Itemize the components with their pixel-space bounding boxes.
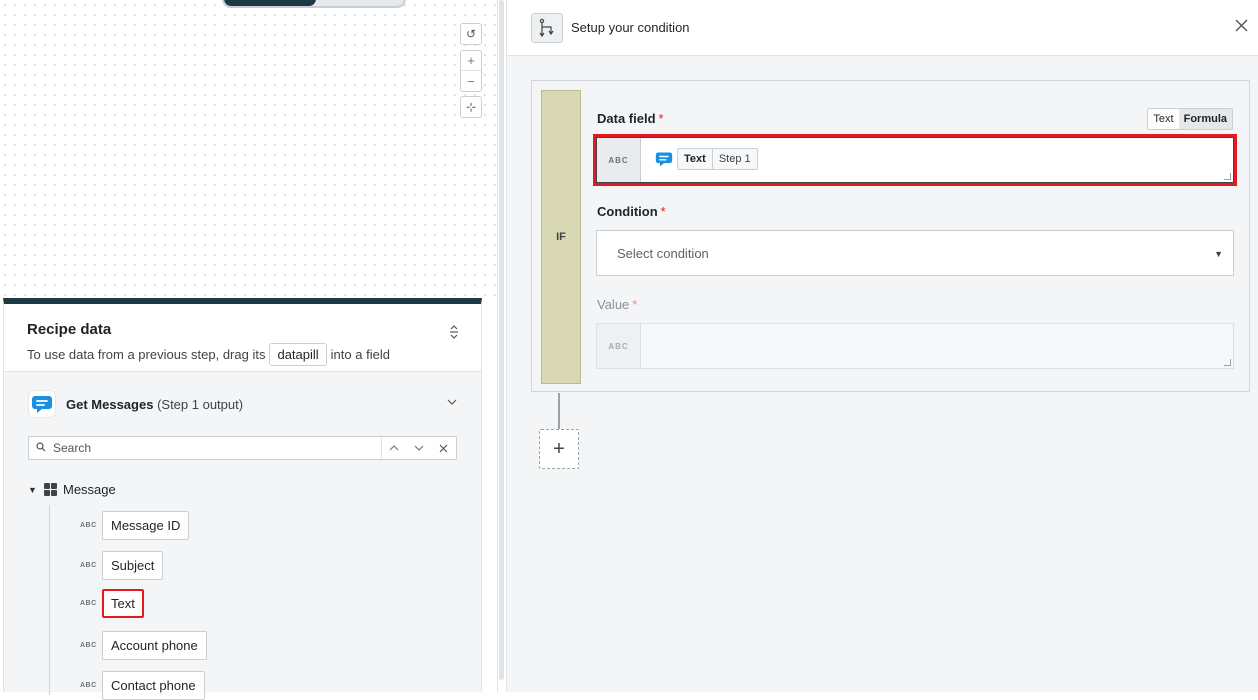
datapill-row: ABC Message ID xyxy=(80,511,190,540)
chevron-down-icon xyxy=(414,445,423,451)
if-label: IF xyxy=(541,90,581,384)
add-step-button[interactable]: + xyxy=(539,429,579,469)
recipe-data-panel: Recipe data To use data from a previous … xyxy=(3,298,482,692)
plus-icon: + xyxy=(467,53,475,68)
string-type-badge: ABC xyxy=(80,600,97,607)
step-output-header[interactable]: Get Messages (Step 1 output) xyxy=(28,372,457,436)
resize-handle[interactable] xyxy=(1224,359,1231,366)
recipe-data-header: Recipe data To use data from a previous … xyxy=(4,304,481,372)
zoom-in-button[interactable]: + xyxy=(461,51,481,71)
panel-scrollbar[interactable] xyxy=(497,0,507,692)
search-next-button[interactable] xyxy=(406,437,431,459)
text-mode-button[interactable]: Text xyxy=(1148,109,1179,129)
search-input[interactable]: Search xyxy=(53,441,381,455)
chevron-up-icon xyxy=(389,445,399,451)
field-mode-toggle: Text Formula xyxy=(1147,108,1233,130)
reset-view-button[interactable]: ↺ xyxy=(460,23,482,45)
step-connector-line xyxy=(558,393,560,429)
chevron-down-icon[interactable] xyxy=(447,394,457,408)
value-label: Value * xyxy=(597,297,638,312)
string-type-badge: ABC xyxy=(597,324,641,368)
condition-select[interactable]: Select condition ▼ xyxy=(596,230,1234,276)
collapse-panel-button[interactable] xyxy=(449,324,459,343)
condition-header: Setup your condition xyxy=(507,0,1258,56)
close-icon xyxy=(439,444,448,452)
condition-label: Condition * xyxy=(597,204,666,219)
datapill[interactable]: Account phone xyxy=(102,631,207,660)
datapill-name: Text xyxy=(678,149,713,169)
panel-title: Setup your condition xyxy=(571,20,690,35)
condition-panel: Setup your condition IF Data field * Text… xyxy=(507,0,1258,692)
branch-icon xyxy=(531,12,563,43)
datapill[interactable]: Contact phone xyxy=(102,671,205,700)
caret-down-icon: ▼ xyxy=(1214,249,1223,259)
scrollbar-thumb[interactable] xyxy=(499,0,504,680)
search-icon xyxy=(29,441,53,455)
object-grid-icon xyxy=(44,483,57,496)
expand-collapse-icon xyxy=(450,325,458,339)
fit-view-button[interactable]: ⊹ xyxy=(460,96,482,118)
datapill-body: Text Step 1 xyxy=(677,148,758,170)
search-clear-button[interactable] xyxy=(431,437,456,459)
search-prev-button[interactable] xyxy=(381,437,406,459)
datapill-row: ABC Contact phone xyxy=(80,671,205,700)
string-type-badge: ABC xyxy=(80,642,97,649)
recipe-data-title: Recipe data xyxy=(27,321,112,338)
string-type-badge: ABC xyxy=(597,138,641,182)
zoom-controls: + − xyxy=(460,50,482,92)
datapill[interactable]: Message ID xyxy=(102,511,190,540)
datapill-step: Step 1 xyxy=(718,153,751,165)
tree-node-message[interactable]: ▼ Message xyxy=(28,482,457,497)
workflow-canvas[interactable]: ↺ + − ⊹ xyxy=(0,0,497,300)
string-type-badge: ABC xyxy=(80,682,97,689)
fit-screen-icon: ⊹ xyxy=(465,100,477,114)
value-input[interactable]: ABC xyxy=(596,323,1234,369)
caret-down-icon[interactable]: ▼ xyxy=(28,485,38,495)
close-button[interactable] xyxy=(1235,17,1248,35)
recipe-data-body: Get Messages (Step 1 output) Search ▼ Me… xyxy=(4,372,481,692)
zoom-out-button[interactable]: − xyxy=(461,71,481,91)
datapill-example: datapill xyxy=(269,343,327,366)
undo-icon: ↺ xyxy=(465,27,477,41)
mapped-datapill[interactable]: Text Step 1 xyxy=(653,147,758,171)
string-type-badge: ABC xyxy=(80,562,97,569)
data-field-label: Data field * xyxy=(597,111,664,126)
tree-connector-line xyxy=(49,505,50,695)
recipe-data-subtitle: To use data from a previous step, drag i… xyxy=(27,343,458,366)
step-title: Get Messages (Step 1 output) xyxy=(66,396,244,412)
data-field-input[interactable]: ABC Text Step 1 xyxy=(596,137,1234,183)
datapill-text-highlighted[interactable]: Text xyxy=(102,589,144,618)
app-icon xyxy=(28,390,56,418)
tree-node-label: Message xyxy=(63,482,116,497)
formula-mode-button[interactable]: Formula xyxy=(1178,109,1232,129)
datapill[interactable]: Subject xyxy=(102,551,164,580)
view-toggle[interactable] xyxy=(222,0,406,8)
datapill-row: ABC Text xyxy=(80,589,144,618)
condition-placeholder: Select condition xyxy=(617,245,709,261)
resize-handle[interactable] xyxy=(1224,173,1231,180)
plus-icon: + xyxy=(553,437,565,460)
datapill-row: ABC Subject xyxy=(80,551,164,580)
datapill-search[interactable]: Search xyxy=(28,436,457,460)
minus-icon: − xyxy=(467,73,475,89)
chat-app-icon xyxy=(653,148,675,170)
close-icon xyxy=(1235,19,1248,32)
if-condition-card: IF Data field * Text Formula ABC Text St… xyxy=(531,80,1250,392)
datapill-row: ABC Account phone xyxy=(80,631,207,660)
chat-app-icon xyxy=(32,396,52,413)
string-type-badge: ABC xyxy=(80,522,97,529)
